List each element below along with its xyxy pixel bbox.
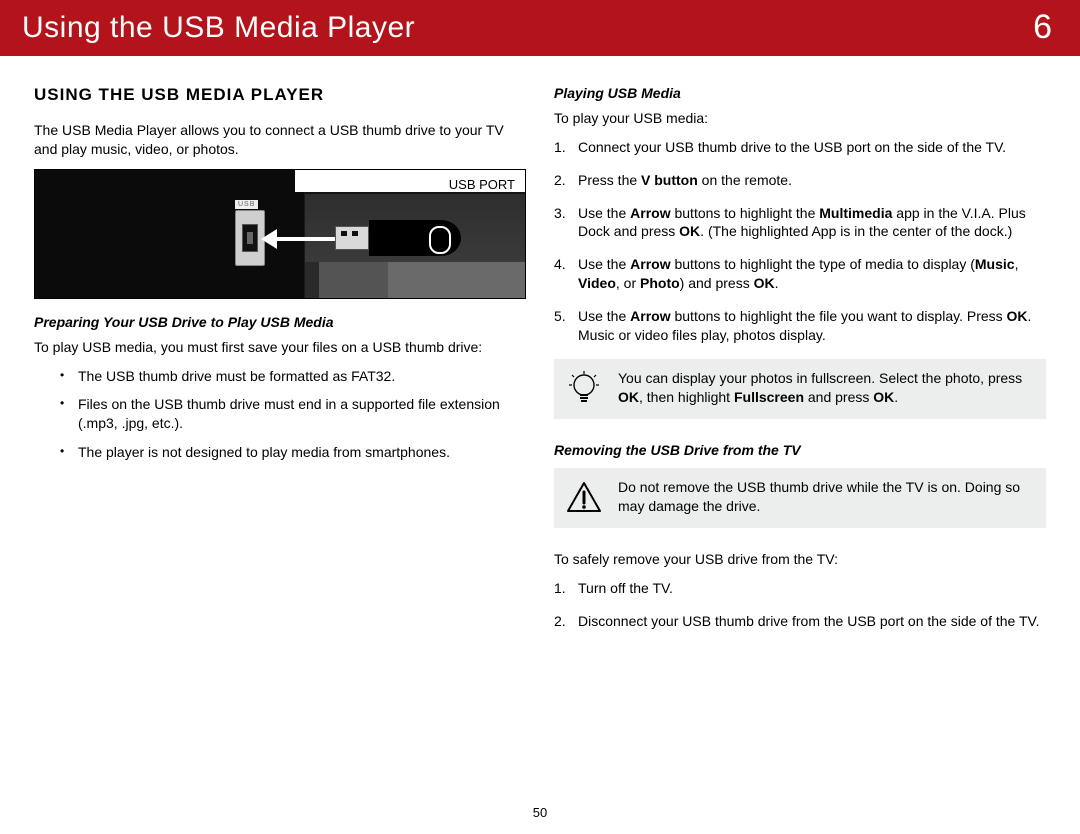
warning-callout: Do not remove the USB thumb drive while … xyxy=(554,468,1046,528)
list-item: Press the V button on the remote. xyxy=(554,171,1046,190)
tip-callout: You can display your photos in fullscree… xyxy=(554,359,1046,419)
figure-caption: USB PORT xyxy=(449,176,515,194)
arrow-head-icon xyxy=(261,229,277,249)
usb-slot-inner xyxy=(247,232,253,244)
removing-intro: To safely remove your USB drive from the… xyxy=(554,550,1046,569)
warning-text: Do not remove the USB thumb drive while … xyxy=(618,478,1032,516)
intro-paragraph: The USB Media Player allows you to conne… xyxy=(34,121,526,159)
list-item: Files on the USB thumb drive must end in… xyxy=(60,395,526,433)
usb-socket-label: USB xyxy=(235,200,258,209)
list-item: Use the Arrow buttons to highlight the M… xyxy=(554,204,1046,242)
right-column: Playing USB Media To play your USB media… xyxy=(554,84,1046,644)
lightbulb-icon xyxy=(564,369,604,409)
usb-body-icon xyxy=(369,220,461,256)
list-item: Use the Arrow buttons to highlight the t… xyxy=(554,255,1046,293)
usb-port-figure: USB PORT USB xyxy=(34,169,526,299)
playing-steps: Connect your USB thumb drive to the USB … xyxy=(554,138,1046,345)
preparing-intro: To play USB media, you must first save y… xyxy=(34,338,526,357)
list-item: Turn off the TV. xyxy=(554,579,1046,598)
left-column: USING THE USB MEDIA PLAYER The USB Media… xyxy=(34,84,526,644)
subhead-playing: Playing USB Media xyxy=(554,84,1046,103)
subhead-removing: Removing the USB Drive from the TV xyxy=(554,441,1046,460)
tip-text: You can display your photos in fullscree… xyxy=(618,369,1032,407)
preparing-bullets: The USB thumb drive must be formatted as… xyxy=(34,367,526,463)
banner-chapter-number: 6 xyxy=(1033,5,1052,51)
list-item: The USB thumb drive must be formatted as… xyxy=(60,367,526,386)
playing-intro: To play your USB media: xyxy=(554,109,1046,128)
arrow-icon xyxy=(268,237,336,241)
list-item: Use the Arrow buttons to highlight the f… xyxy=(554,307,1046,345)
removing-steps: Turn off the TV. Disconnect your USB thu… xyxy=(554,579,1046,631)
list-item: Connect your USB thumb drive to the USB … xyxy=(554,138,1046,157)
subhead-preparing: Preparing Your USB Drive to Play USB Med… xyxy=(34,313,526,332)
page-number: 50 xyxy=(0,804,1080,822)
warning-icon xyxy=(564,478,604,518)
section-heading: USING THE USB MEDIA PLAYER xyxy=(34,84,526,107)
list-item: The player is not designed to play media… xyxy=(60,443,526,462)
list-item: Disconnect your USB thumb drive from the… xyxy=(554,612,1046,631)
banner-title: Using the USB Media Player xyxy=(22,8,415,49)
chapter-banner: Using the USB Media Player 6 xyxy=(0,0,1080,56)
page-body: USING THE USB MEDIA PLAYER The USB Media… xyxy=(0,56,1080,644)
usb-plug-icon xyxy=(335,226,369,250)
